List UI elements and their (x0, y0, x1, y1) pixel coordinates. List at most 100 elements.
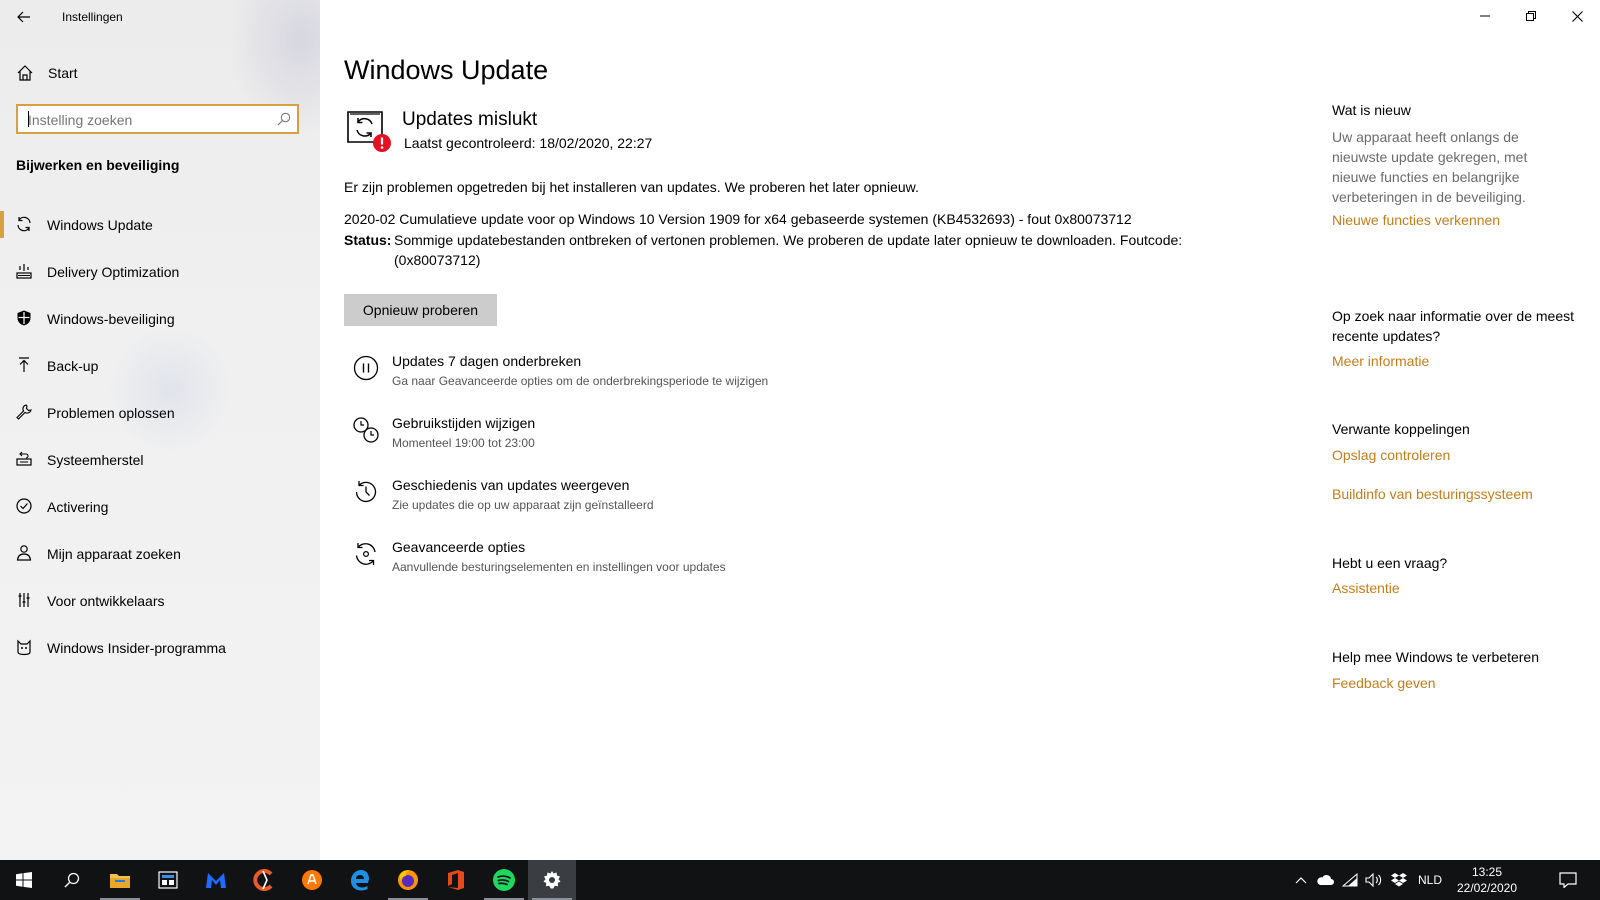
input-language-indicator[interactable]: NLD (1412, 860, 1448, 900)
pause-icon (352, 354, 380, 382)
malwarebytes-icon (206, 873, 226, 888)
backup-arrow-icon (14, 355, 34, 375)
check-storage-link[interactable]: Opslag controleren (1332, 447, 1450, 463)
taskbar-file-explorer[interactable] (96, 860, 144, 900)
ccleaner-icon (253, 869, 273, 891)
delivery-icon (14, 261, 34, 281)
notification-icon (1559, 872, 1577, 888)
taskbar-task-view[interactable] (144, 860, 192, 900)
onedrive-cloud-icon (1317, 875, 1334, 885)
os-build-info-link[interactable]: Buildinfo van besturingssysteem (1332, 486, 1533, 502)
update-options-list: Updates 7 dagen onderbreken Ga naar Geav… (344, 348, 1044, 596)
get-help-link[interactable]: Assistentie (1332, 580, 1400, 596)
settings-search-input[interactable] (26, 110, 270, 130)
option-title: Geschiedenis van updates weergeven (392, 477, 630, 493)
clock[interactable]: 13:25 22/02/2020 (1456, 864, 1518, 896)
sidebar-item-backup[interactable]: Back-up (0, 342, 320, 389)
home-link[interactable]: Start (16, 60, 78, 86)
sidebar-nav: Windows Update Delivery Optimization Win… (0, 201, 320, 671)
network-button[interactable] (1338, 860, 1362, 900)
option-advanced[interactable]: Geavanceerde opties Aanvullende besturin… (344, 534, 1044, 596)
update-failed-icon (344, 106, 392, 154)
taskbar-avast[interactable] (288, 860, 336, 900)
sidebar-item-label: Voor ontwikkelaars (47, 592, 165, 609)
main-content: Windows Update Updates mislukt Laatst ge… (320, 0, 1600, 860)
dropbox-button[interactable] (1386, 860, 1412, 900)
avast-icon (302, 870, 322, 890)
option-update-history[interactable]: Geschiedenis van updates weergeven Zie u… (344, 472, 1044, 534)
recovery-icon (14, 449, 34, 469)
improve-windows-title: Help mee Windows te verbeteren (1332, 649, 1539, 665)
related-links-title: Verwante koppelingen (1332, 421, 1470, 437)
sidebar-item-activation[interactable]: Activering (0, 483, 320, 530)
explore-features-link[interactable]: Nieuwe functies verkennen (1332, 212, 1500, 228)
update-status-title: Updates mislukt (402, 109, 538, 130)
show-hidden-icons-button[interactable] (1290, 860, 1312, 900)
windows-start-icon (16, 872, 32, 888)
whats-new-text: Uw apparaat heeft onlangs de nieuwste up… (1332, 129, 1528, 205)
speaker-icon (1365, 873, 1382, 887)
failed-update-name: 2020-02 Cumulatieve update voor op Windo… (344, 211, 1132, 227)
sidebar: Instellingen Start Bijwerken en beveilig… (0, 0, 320, 860)
start-button[interactable] (0, 860, 48, 900)
sidebar-item-find-my-device[interactable]: Mijn apparaat zoeken (0, 530, 320, 577)
person-find-icon (14, 543, 34, 563)
option-pause-updates[interactable]: Updates 7 dagen onderbreken Ga naar Geav… (344, 348, 1044, 410)
clock-date: 22/02/2020 (1456, 881, 1518, 895)
back-button[interactable] (10, 4, 38, 30)
restore-button[interactable] (1508, 0, 1554, 32)
sidebar-item-label: Windows Insider-programma (47, 639, 226, 656)
settings-search-box[interactable] (16, 104, 299, 134)
sidebar-item-recovery[interactable]: Systeemherstel (0, 436, 320, 483)
option-title: Geavanceerde opties (392, 539, 526, 555)
sidebar-item-windows-update[interactable]: Windows Update (0, 201, 320, 248)
dropbox-icon (1391, 873, 1407, 887)
wrench-icon (14, 402, 34, 422)
restore-icon (1526, 11, 1536, 21)
taskbar-spotify[interactable] (480, 860, 528, 900)
wifi-icon (1342, 873, 1358, 887)
taskbar-office[interactable] (432, 860, 480, 900)
status-label: Status: (344, 232, 392, 248)
insider-cat-icon (14, 637, 34, 657)
taskbar-firefox[interactable] (384, 860, 432, 900)
last-checked-text: Laatst gecontroleerd: 18/02/2020, 22:27 (404, 135, 653, 151)
sidebar-item-windows-insider[interactable]: Windows Insider-programma (0, 624, 320, 671)
give-feedback-link[interactable]: Feedback geven (1332, 675, 1436, 691)
close-button[interactable] (1554, 0, 1600, 32)
status-value-line2: (0x80073712) (394, 252, 481, 268)
sidebar-item-delivery-optimization[interactable]: Delivery Optimization (0, 248, 320, 295)
text-caret (28, 111, 29, 127)
chevron-up-icon (1295, 877, 1307, 884)
volume-button[interactable] (1362, 860, 1386, 900)
arrow-left-icon (17, 11, 30, 23)
taskbar-search-button[interactable] (48, 860, 96, 900)
taskbar-settings[interactable] (528, 860, 576, 900)
history-icon (352, 478, 380, 506)
taskbar-ccleaner[interactable] (240, 860, 288, 900)
title-bar: Instellingen (0, 0, 320, 34)
sidebar-item-developers[interactable]: Voor ontwikkelaars (0, 577, 320, 624)
retry-button[interactable]: Opnieuw proberen (344, 294, 497, 326)
window-controls (1462, 0, 1600, 32)
sidebar-item-troubleshoot[interactable]: Problemen oplossen (0, 389, 320, 436)
action-center-button[interactable] (1548, 860, 1588, 900)
section-title: Bijwerken en beveiliging (16, 157, 180, 173)
onedrive-button[interactable] (1312, 860, 1338, 900)
search-icon[interactable] (277, 112, 291, 126)
app-title: Instellingen (62, 10, 123, 24)
option-active-hours[interactable]: Gebruikstijden wijzigen Momenteel 19:00 … (344, 410, 1044, 472)
taskbar: NLD 13:25 22/02/2020 (0, 860, 1600, 900)
option-subtitle: Momenteel 19:00 tot 23:00 (392, 436, 535, 450)
page-title: Windows Update (344, 55, 549, 85)
firefox-icon (398, 870, 418, 890)
spotify-icon (493, 869, 515, 891)
taskbar-edge[interactable] (336, 860, 384, 900)
more-info-link[interactable]: Meer informatie (1332, 353, 1429, 369)
taskbar-malwarebytes[interactable] (192, 860, 240, 900)
option-subtitle: Ga naar Geavanceerde opties om de onderb… (392, 374, 769, 388)
close-icon (1571, 10, 1583, 22)
sidebar-item-windows-security[interactable]: Windows-beveiliging (0, 295, 320, 342)
minimize-button[interactable] (1462, 0, 1508, 32)
sidebar-item-label: Windows-beveiliging (47, 310, 175, 327)
